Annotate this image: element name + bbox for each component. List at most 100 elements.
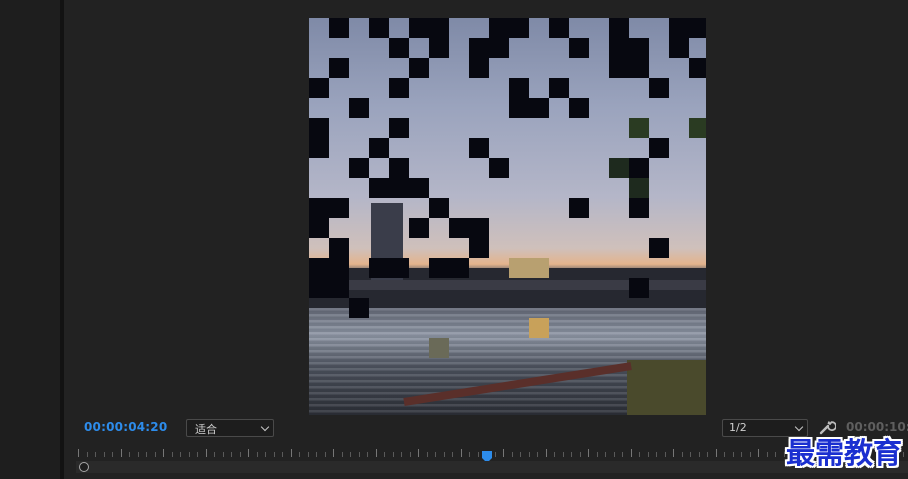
ruler-tick <box>690 452 691 457</box>
ruler-tick <box>571 452 572 457</box>
ruler-tick <box>562 452 564 457</box>
ruler-tick <box>163 449 164 457</box>
dissolve-block <box>429 18 449 38</box>
ruler-tick <box>443 452 445 457</box>
dissolve-block <box>569 98 589 118</box>
current-timecode[interactable]: 00:00:04:20 <box>84 420 167 434</box>
dissolve-block <box>329 278 349 298</box>
dissolve-block <box>649 78 669 98</box>
dissolve-block <box>429 258 449 278</box>
ruler-tick <box>724 452 725 457</box>
ruler-tick <box>154 452 156 457</box>
dissolve-block <box>489 38 509 58</box>
dissolve-block <box>369 138 389 158</box>
ruler-tick <box>324 452 326 457</box>
dissolve-block <box>389 78 409 98</box>
dissolve-block <box>349 158 369 178</box>
ruler-tick <box>503 449 504 457</box>
ruler-tick <box>205 449 207 457</box>
ruler-tick <box>222 452 224 457</box>
ruler-tick <box>299 452 300 457</box>
ruler-tick <box>537 452 538 457</box>
ruler-tick <box>664 452 666 457</box>
ruler-tick <box>350 452 351 457</box>
ruler-tick <box>494 452 496 457</box>
ruler-tick <box>783 452 785 457</box>
image-tile <box>629 178 649 198</box>
dissolve-block <box>629 58 649 78</box>
image-tile <box>429 338 449 358</box>
ruler-tick <box>103 452 105 457</box>
dissolve-block <box>369 178 389 198</box>
ruler-tick <box>579 452 581 457</box>
dissolve-block <box>689 58 706 78</box>
dissolve-block <box>389 158 409 178</box>
image-tile <box>609 158 629 178</box>
ruler-tick <box>409 452 411 457</box>
dissolve-block <box>669 38 689 58</box>
dissolve-block <box>609 38 629 58</box>
ruler-tick <box>758 449 759 457</box>
ruler-tick <box>197 452 198 457</box>
dissolve-block <box>609 58 629 78</box>
timeline-ruler[interactable] <box>76 446 908 460</box>
ruler-tick <box>375 449 377 457</box>
dissolve-block <box>569 38 589 58</box>
ruler-tick <box>392 452 394 457</box>
dissolve-block <box>649 138 669 158</box>
zoom-scrollbar[interactable] <box>76 461 908 473</box>
ruler-tick <box>435 452 436 457</box>
ruler-tick <box>316 452 317 457</box>
image-tile <box>509 258 529 278</box>
dissolve-block <box>329 58 349 78</box>
dissolve-block <box>389 38 409 58</box>
dissolve-block <box>409 178 429 198</box>
dissolve-block <box>489 18 509 38</box>
dissolve-block <box>469 138 489 158</box>
ruler-tick <box>248 449 249 457</box>
dissolve-block <box>469 238 489 258</box>
ruler-tick <box>367 452 368 457</box>
zoom-scroll-handle[interactable] <box>79 462 89 472</box>
dissolve-block <box>409 58 429 78</box>
ruler-tick <box>214 452 215 457</box>
ruler-tick <box>588 449 589 457</box>
video-frame[interactable] <box>309 18 706 415</box>
ruler-tick <box>902 452 904 457</box>
dissolve-block <box>629 38 649 58</box>
ruler-tick <box>273 452 275 457</box>
dissolve-block <box>629 278 649 298</box>
ruler-tick <box>333 449 334 457</box>
ruler-tick <box>732 452 734 457</box>
ruler-tick <box>528 452 530 457</box>
fit-select[interactable]: 适合 <box>186 419 274 437</box>
dissolve-block <box>669 18 689 38</box>
dissolve-block <box>369 18 389 38</box>
dissolve-block <box>389 118 409 138</box>
ruler-tick <box>681 452 683 457</box>
ruler-tick <box>137 452 139 457</box>
watermark-logo: 最需教育 <box>786 436 903 470</box>
ruler-tick <box>239 452 241 457</box>
dissolve-block <box>569 198 589 218</box>
ruler-tick <box>477 452 479 457</box>
playhead-marker-icon[interactable] <box>482 448 492 463</box>
dissolve-block <box>509 18 529 38</box>
image-tile <box>689 118 706 138</box>
ruler-tick <box>265 452 266 457</box>
dissolve-block <box>309 198 329 218</box>
ruler-tick <box>469 452 470 457</box>
foliage <box>627 360 706 415</box>
ruler-tick <box>171 452 173 457</box>
chevron-down-icon <box>260 422 270 432</box>
dissolve-block <box>609 18 629 38</box>
ruler-tick <box>307 452 309 457</box>
dissolve-block <box>369 258 389 278</box>
dissolve-block <box>469 218 489 238</box>
dissolve-block <box>509 78 529 98</box>
ruler-tick <box>766 452 768 457</box>
ruler-tick <box>511 452 513 457</box>
ruler-tick <box>622 452 623 457</box>
dissolve-block <box>329 258 349 278</box>
ruler-tick <box>605 452 606 457</box>
